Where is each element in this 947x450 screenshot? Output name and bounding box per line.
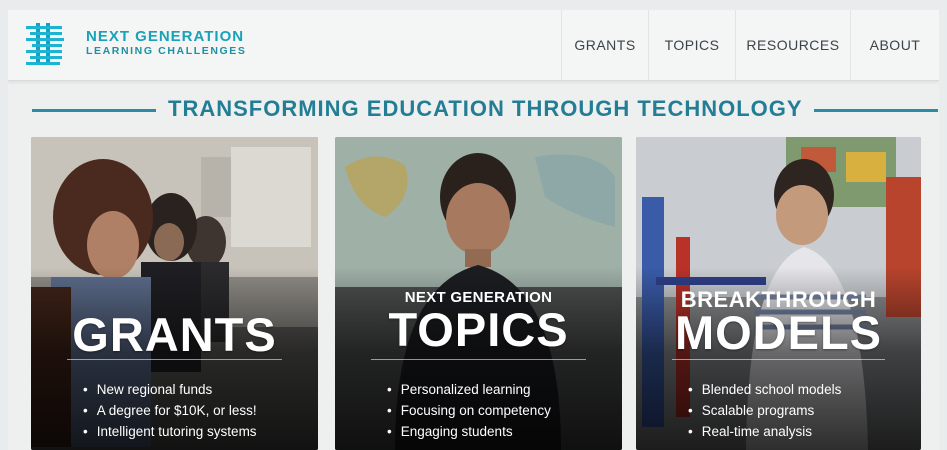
list-item: Scalable programs [688, 400, 841, 421]
card-grants[interactable]: GRANTS New regional funds A degree for $… [31, 137, 318, 450]
nav-resources[interactable]: RESOURCES [735, 10, 850, 80]
card-title: GRANTS [72, 308, 277, 361]
nav-about[interactable]: ABOUT [850, 10, 939, 80]
list-item: Blended school models [688, 379, 842, 400]
card-bullets: Personalized learning Focusing on compet… [387, 379, 551, 442]
logo-title: NEXT GENERATION [86, 28, 245, 45]
list-item: Focusing on competency [387, 400, 551, 421]
main-nav: GRANTS TOPICS RESOURCES ABOUT [561, 10, 939, 80]
card-models[interactable]: BREAKTHROUGH MODELS Blended school model… [636, 137, 921, 450]
tagline-row: TRANSFORMING EDUCATION THROUGH TECHNOLOG… [8, 92, 939, 128]
logo-subtitle: LEARNING CHALLENGES [86, 45, 247, 57]
list-item: Real-time analysis [688, 421, 841, 442]
list-item: Intelligent tutoring systems [83, 421, 257, 442]
list-item: Personalized learning [387, 379, 551, 400]
card-divider [371, 359, 586, 360]
list-item: New regional funds [83, 379, 257, 400]
card-topics[interactable]: NEXT GENERATION TOPICS Personalized lear… [335, 137, 622, 450]
card-title: MODELS [674, 306, 883, 359]
card-title: TOPICS [388, 303, 569, 356]
tagline-rule-left [32, 109, 156, 112]
nav-grants[interactable]: GRANTS [561, 10, 648, 80]
card-bullets: Blended school models Scalable programs … [688, 379, 842, 442]
site-header: NEXT GENERATION LEARNING CHALLENGES GRAN… [8, 10, 939, 81]
stacked-bars-logo-icon [26, 23, 64, 65]
card-divider [672, 359, 885, 360]
site-logo[interactable]: NEXT GENERATION LEARNING CHALLENGES [26, 22, 326, 70]
card-divider [67, 359, 282, 360]
page-frame: NEXT GENERATION LEARNING CHALLENGES GRAN… [8, 10, 939, 450]
card-bullets: New regional funds A degree for $10K, or… [83, 379, 257, 442]
list-item: Engaging students [387, 421, 551, 442]
nav-topics[interactable]: TOPICS [648, 10, 735, 80]
list-item: A degree for $10K, or less! [83, 400, 257, 421]
tagline: TRANSFORMING EDUCATION THROUGH TECHNOLOG… [168, 96, 803, 121]
tagline-rule-right [814, 109, 938, 112]
